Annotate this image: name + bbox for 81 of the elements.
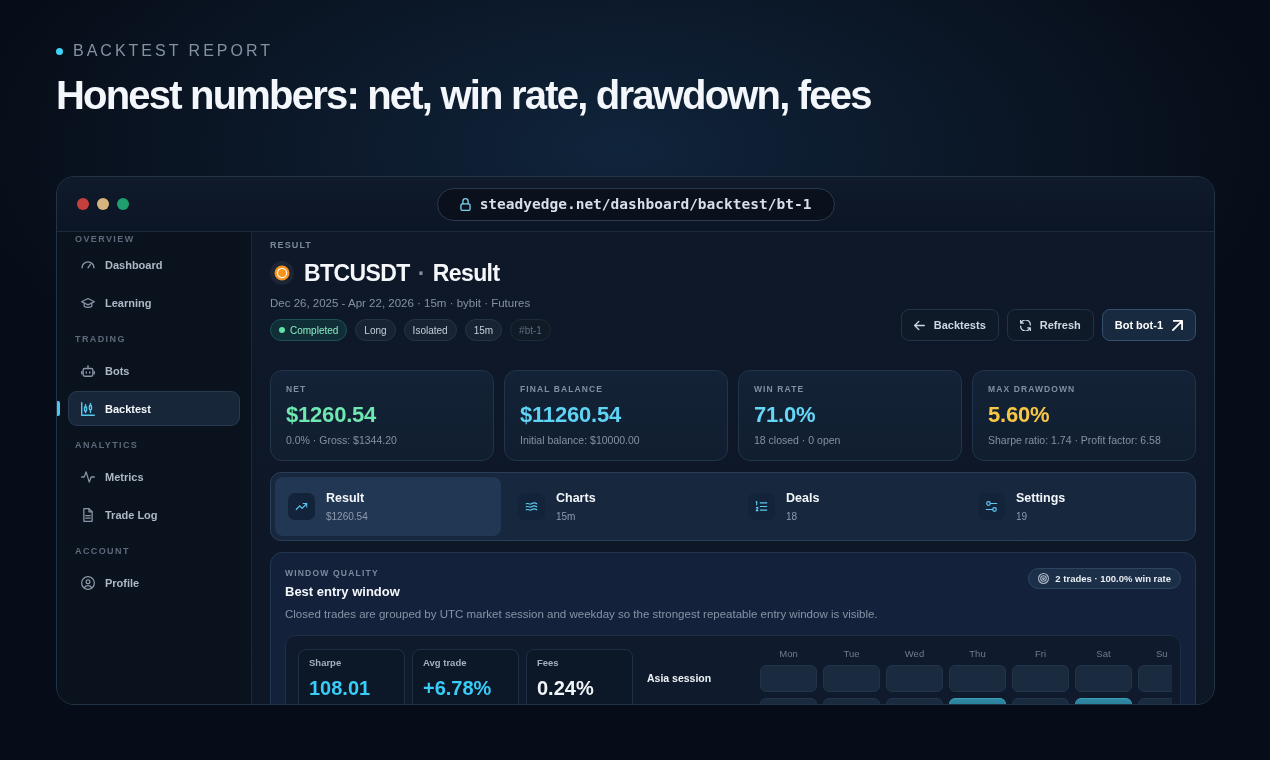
tab[interactable]: Result $1260.54 [275, 477, 501, 536]
status-dot-icon [279, 327, 285, 333]
page-title: BTCUSDT · Result [304, 259, 500, 287]
address-bar[interactable]: steadyedge.net/dashboard/backtest/bt-1 [436, 187, 835, 221]
stat-label: MAX DRAWDOWN [988, 383, 1076, 395]
day-label: Mon [779, 649, 798, 659]
report-eyebrow: BACKTEST REPORT [73, 42, 273, 60]
user-icon [81, 575, 95, 590]
stat-value: 5.60% [988, 401, 1050, 429]
day-label: Su [1156, 649, 1168, 659]
nav-section-label: OVERVIEW [75, 233, 135, 246]
stat-value: $11260.54 [520, 401, 621, 429]
candlestick-chart-icon [81, 401, 95, 416]
tab[interactable]: Charts 15m [505, 477, 731, 536]
robot-icon [81, 363, 95, 378]
backtests-button[interactable]: Backtests [900, 309, 999, 341]
nav-section-label: ACCOUNT [75, 545, 130, 558]
refresh-icon [1019, 319, 1031, 331]
nav-item[interactable]: Dashboard [68, 247, 240, 282]
nav-item[interactable]: Trade Log [68, 497, 240, 532]
minimize-button[interactable] [97, 198, 109, 210]
refresh-button[interactable]: Refresh [1006, 309, 1094, 341]
pulse-icon [81, 469, 95, 484]
nav-item[interactable]: Backtest [68, 391, 240, 426]
active-indicator [57, 401, 60, 416]
zoom-button[interactable] [117, 198, 129, 210]
info-chip: Long [355, 319, 396, 341]
dot-icon [56, 47, 63, 55]
arrow-up-right-icon [1172, 319, 1183, 331]
day-label: Thu [969, 649, 986, 659]
nav-item[interactable]: Bots [68, 353, 240, 388]
stat-note: 18 closed · 0 open [754, 433, 841, 447]
info-chip: Isolated [403, 319, 457, 341]
summary-text: 2 trades · 100.0% win rate [1055, 573, 1171, 584]
day-label: Sat [1096, 649, 1111, 659]
card-eyebrow: WINDOW QUALITY [285, 567, 379, 579]
stat-value: 71.0% [754, 401, 816, 429]
lock-icon [459, 197, 471, 211]
stat-value: $1260.54 [286, 401, 377, 429]
card-title: Best entry window [285, 584, 400, 600]
nav-section-label: TRADING [75, 333, 126, 346]
target-icon [1038, 573, 1050, 584]
metric-value: 108.01 [309, 677, 371, 699]
nav-item[interactable]: Learning [68, 285, 240, 320]
nav-item[interactable]: Metrics [68, 459, 240, 494]
nav-item[interactable]: Profile [68, 565, 240, 600]
day-label: Fri [1034, 649, 1047, 659]
stat-label: WIN RATE [754, 383, 805, 395]
card-description: Closed trades are grouped by UTC market session and weekday so the strongest repeatable entry window is visible. [285, 607, 878, 621]
page-subtitle: Dec 26, 2025 - Apr 22, 2026 · 15m · bybit · Futures [270, 296, 531, 311]
sliders-icon [978, 493, 1005, 520]
day-label: Wed [904, 649, 925, 659]
waves-icon [518, 493, 545, 520]
tab[interactable]: Deals 18 [735, 477, 961, 536]
metric-label: Avg trade [423, 657, 467, 669]
graduation-cap-icon [81, 295, 95, 310]
tab[interactable]: Settings 19 [965, 477, 1191, 536]
close-button[interactable] [77, 198, 89, 210]
document-icon [81, 507, 95, 522]
stat-label: NET [286, 383, 307, 395]
stat-note: 0.0% · Gross: $1344.20 [286, 433, 397, 447]
stat-note: Sharpe ratio: 1.74 · Profit factor: 6.58 [988, 433, 1161, 447]
stat-note: Initial balance: $10000.00 [520, 433, 640, 447]
coin-icon [270, 261, 294, 285]
trend-up-icon [288, 493, 315, 520]
metric-label: Sharpe [309, 657, 342, 669]
numbered-list-icon [748, 493, 775, 520]
day-label: Tue [843, 649, 860, 659]
report-heading: Honest numbers: net, win rate, drawdown, fees [56, 72, 871, 118]
nav-section-label: ANALYTICS [75, 439, 139, 452]
metric-label: Fees [537, 657, 559, 669]
session-label: Asia session [647, 671, 712, 686]
page-eyebrow: RESULT [270, 239, 312, 251]
stat-label: FINAL BALANCE [520, 383, 604, 395]
info-chip: 15m [464, 319, 503, 341]
metric-value: +6.78% [423, 677, 492, 699]
arrow-left-icon [913, 319, 925, 331]
status-text: Completed [290, 324, 339, 336]
bot-link-button[interactable]: Bot bot-1 [1101, 309, 1196, 341]
id-chip: #bt-1 [510, 319, 551, 341]
metric-value: 0.24% [537, 677, 594, 699]
